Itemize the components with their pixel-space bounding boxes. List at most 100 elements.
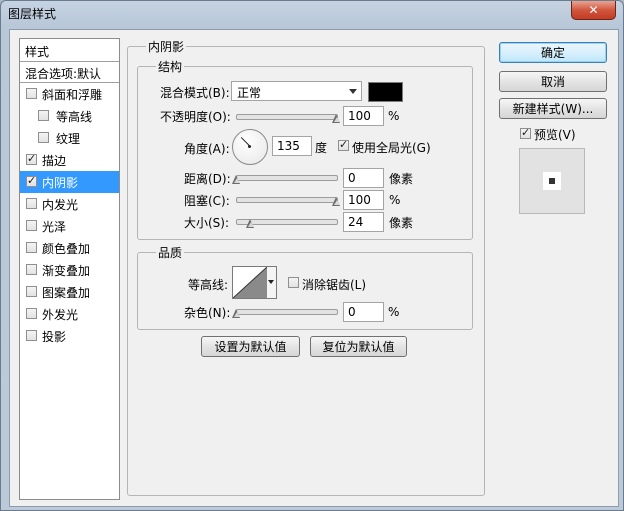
style-item-checkbox[interactable] (38, 110, 49, 121)
style-item[interactable]: 内阴影 (20, 171, 119, 193)
style-item-checkbox[interactable] (38, 132, 49, 143)
opacity-input[interactable]: 100 (343, 106, 384, 126)
close-button[interactable]: ✕ (571, 1, 616, 20)
blend-mode-label: 混合模式(B): (160, 86, 230, 100)
angle-input-value: 135 (277, 139, 300, 153)
noise-input-value: 0 (348, 305, 356, 319)
style-item-checkbox[interactable] (26, 242, 37, 253)
opacity-slider[interactable] (236, 114, 338, 120)
noise-label: 杂色(N): (184, 306, 231, 320)
contour-icon (233, 267, 267, 298)
style-item-label: 颜色叠加 (42, 242, 91, 256)
distance-unit: 像素 (389, 172, 414, 186)
style-item[interactable]: 外发光 (20, 303, 119, 325)
dialog-client: 样式 混合选项:默认 斜面和浮雕等高线纹理描边内阴影内发光光泽颜色叠加渐变叠加图… (9, 29, 619, 507)
style-item[interactable]: 渐变叠加 (20, 259, 119, 281)
styles-header-label: 样式 (25, 45, 50, 59)
chevron-down-icon (349, 89, 357, 94)
angle-unit: 度 (315, 141, 328, 155)
blend-options-label: 混合选项:默认 (25, 67, 102, 81)
window-title: 图层样式 (8, 7, 57, 21)
style-item[interactable]: 斜面和浮雕 (20, 83, 119, 105)
choke-input[interactable]: 100 (343, 190, 384, 210)
blend-mode-select[interactable]: 正常 (231, 81, 362, 101)
distance-label: 距离(D): (184, 172, 231, 186)
style-item-label: 内阴影 (42, 176, 79, 190)
noise-input[interactable]: 0 (343, 302, 384, 322)
anti-alias-label: 消除锯齿(L) (302, 278, 367, 292)
blend-options-item[interactable]: 混合选项:默认 (20, 62, 119, 83)
quality-title: 品质 (156, 244, 185, 261)
style-item[interactable]: 等高线 (20, 105, 119, 127)
size-input-value: 24 (348, 215, 364, 229)
style-item[interactable]: 光泽 (20, 215, 119, 237)
size-slider-thumb[interactable] (246, 219, 255, 229)
global-light-label: 使用全局光(G) (352, 141, 431, 155)
preview-checkbox[interactable] (520, 126, 531, 139)
choke-slider[interactable] (236, 197, 338, 203)
style-item-label: 内发光 (42, 198, 79, 212)
opacity-slider-thumb[interactable] (332, 114, 341, 124)
new-style-button[interactable]: 新建样式(W)... (499, 98, 607, 119)
style-item-checkbox[interactable] (26, 330, 37, 341)
choke-label: 阻塞(C): (184, 194, 230, 208)
reset-default-button[interactable]: 复位为默认值 (310, 336, 407, 357)
anti-alias-checkbox[interactable] (288, 277, 299, 288)
style-item[interactable]: 颜色叠加 (20, 237, 119, 259)
style-item-label: 等高线 (56, 110, 93, 124)
shadow-color-swatch[interactable] (368, 82, 403, 102)
opacity-unit: % (388, 109, 400, 123)
style-item[interactable]: 描边 (20, 149, 119, 171)
layer-style-dialog: 图层样式 ✕ 样式 混合选项:默认 斜面和浮雕等高线纹理描边内阴影内发光光泽颜色… (0, 0, 624, 511)
styles-list: 样式 混合选项:默认 斜面和浮雕等高线纹理描边内阴影内发光光泽颜色叠加渐变叠加图… (19, 38, 120, 500)
style-item[interactable]: 纹理 (20, 127, 119, 149)
styles-header[interactable]: 样式 (20, 39, 119, 62)
angle-label: 角度(A): (184, 142, 230, 156)
style-item-checkbox[interactable] (26, 308, 37, 319)
contour-label: 等高线: (188, 278, 229, 292)
style-item-checkbox[interactable] (26, 264, 37, 275)
style-item-checkbox[interactable] (26, 220, 37, 231)
choke-unit: % (389, 193, 401, 207)
size-unit: 像素 (389, 216, 414, 230)
structure-title: 结构 (156, 58, 185, 75)
preview-label: 预览(V) (534, 128, 576, 142)
choke-input-value: 100 (348, 193, 371, 207)
size-label: 大小(S): (184, 216, 230, 230)
noise-slider-thumb[interactable] (232, 309, 241, 319)
contour-picker[interactable] (232, 266, 268, 299)
style-item-checkbox[interactable] (26, 286, 37, 297)
preview-thumbnail (519, 148, 585, 214)
cancel-button[interactable]: 取消 (499, 71, 607, 92)
style-item-checkbox[interactable] (26, 174, 37, 187)
ok-button[interactable]: 确定 (499, 42, 607, 63)
style-item-label: 投影 (42, 330, 67, 344)
style-item[interactable]: 内发光 (20, 193, 119, 215)
size-input[interactable]: 24 (343, 212, 384, 232)
blend-mode-value: 正常 (237, 86, 262, 100)
style-item-label: 渐变叠加 (42, 264, 91, 278)
close-icon: ✕ (588, 3, 599, 17)
angle-dial[interactable] (232, 129, 268, 165)
style-item-checkbox[interactable] (26, 88, 37, 99)
style-item-checkbox[interactable] (26, 152, 37, 165)
choke-slider-thumb[interactable] (332, 197, 341, 207)
angle-dial-center (248, 145, 251, 148)
angle-input[interactable]: 135 (272, 136, 312, 156)
style-item[interactable]: 投影 (20, 325, 119, 347)
global-light-checkbox[interactable] (338, 138, 349, 151)
make-default-button[interactable]: 设置为默认值 (201, 336, 300, 357)
style-item[interactable]: 图案叠加 (20, 281, 119, 303)
distance-slider-thumb[interactable] (232, 175, 241, 185)
style-item-label: 描边 (42, 154, 67, 168)
title-bar[interactable]: 图层样式 ✕ (1, 1, 623, 25)
distance-slider[interactable] (236, 175, 338, 181)
inner-shadow-title: 内阴影 (146, 38, 187, 55)
style-item-label: 图案叠加 (42, 286, 91, 300)
style-item-checkbox[interactable] (26, 198, 37, 209)
preview-swatch (543, 172, 561, 190)
noise-slider[interactable] (236, 309, 338, 315)
style-item-label: 斜面和浮雕 (42, 88, 103, 102)
contour-dropdown[interactable] (267, 266, 277, 299)
distance-input[interactable]: 0 (343, 168, 384, 188)
